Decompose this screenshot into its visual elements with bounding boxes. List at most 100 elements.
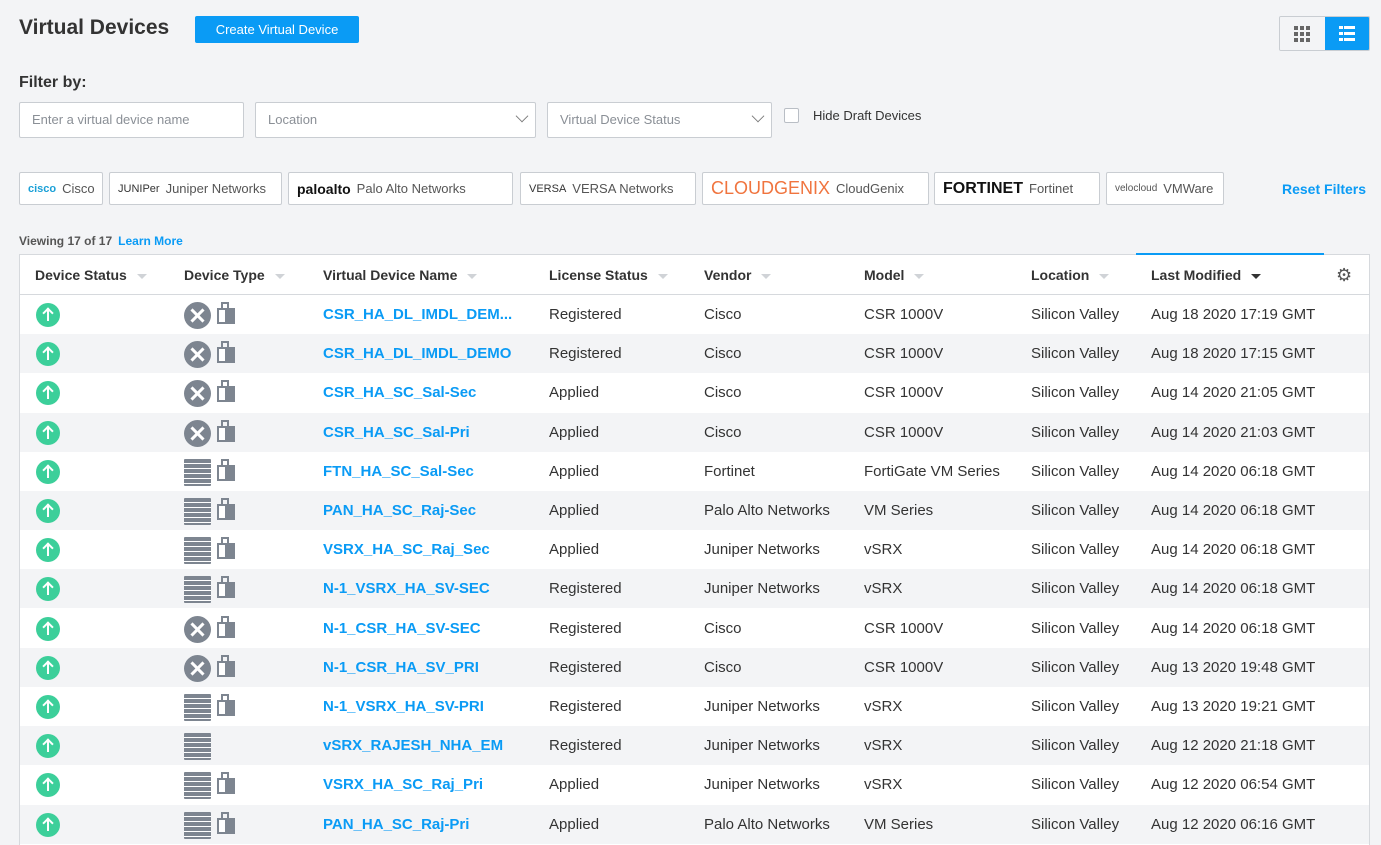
license-status: Applied — [549, 384, 600, 402]
last-modified: Aug 14 2020 21:03 GMT — [1151, 423, 1316, 441]
license-status: Applied — [549, 541, 600, 559]
table-row[interactable]: N-1_CSR_HA_SV_PRI Registered Cisco CSR 1… — [20, 647, 1369, 687]
versa-logo: VERSA — [529, 182, 567, 195]
table-row[interactable]: N-1_CSR_HA_SV-SEC Registered Cisco CSR 1… — [20, 609, 1369, 648]
viewing-count-text: Viewing 17 of 17 — [19, 234, 113, 248]
device-name-link[interactable]: PAN_HA_SC_Raj-Sec — [323, 491, 523, 530]
sort-icon — [657, 273, 668, 279]
hide-draft-checkbox[interactable] — [784, 108, 799, 123]
status-up-icon — [36, 812, 60, 837]
device-name-link[interactable]: N-1_VSRX_HA_SV-PRI — [323, 687, 523, 726]
table-row[interactable]: CSR_HA_DL_IMDL_DEMO Registered Cisco CSR… — [20, 334, 1369, 374]
model-name: CSR 1000V — [864, 423, 944, 441]
vendor-chip-versa[interactable]: VERSA VERSA Networks — [520, 172, 696, 205]
device-status-select[interactable]: Virtual Device Status — [547, 102, 772, 138]
location-name: Silicon Valley — [1031, 306, 1120, 323]
status-up-icon — [36, 655, 60, 680]
last-modified: Aug 14 2020 06:18 GMT — [1151, 619, 1316, 637]
view-toggle — [1279, 16, 1370, 51]
device-name-link[interactable]: CSR_HA_SC_Sal-Pri — [323, 413, 523, 452]
device-name-link[interactable]: N-1_CSR_HA_SV-SEC — [323, 609, 523, 648]
license-status: Registered — [549, 737, 622, 755]
device-name-link[interactable]: CSR_HA_DL_IMDL_DEMO — [323, 334, 523, 373]
status-up-icon — [36, 695, 60, 719]
license-status: Registered — [549, 619, 622, 637]
vendor-chip-cloudgenix[interactable]: CLOUDGENIX CloudGenix — [702, 172, 929, 205]
col-device-status[interactable]: Device Status — [35, 255, 147, 295]
device-name-link[interactable]: vSRX_RAJESH_NHA_EM — [323, 726, 523, 765]
last-modified: Aug 18 2020 17:15 GMT — [1151, 345, 1316, 363]
status-up-icon — [36, 773, 60, 798]
device-name-link[interactable]: CSR_HA_SC_Sal-Sec — [323, 373, 523, 412]
device-name-input[interactable]: Enter a virtual device name — [19, 102, 244, 138]
firewall-icon — [184, 537, 211, 565]
table-row[interactable]: PAN_HA_SC_Raj-Sec Applied Palo Alto Netw… — [20, 491, 1369, 530]
model-name: CSR 1000V — [864, 345, 944, 363]
gear-icon[interactable]: ⚙ — [1336, 265, 1352, 286]
license-icon — [217, 615, 237, 640]
device-name-link[interactable]: CSR_HA_DL_IMDL_DEM... — [323, 295, 523, 334]
col-license-status[interactable]: License Status — [549, 255, 668, 295]
device-name-link[interactable]: PAN_HA_SC_Raj-Pri — [323, 805, 523, 844]
learn-more-link[interactable]: Learn More — [118, 234, 183, 248]
table-row[interactable]: VSRX_HA_SC_Raj_Pri Applied Juniper Netwo… — [20, 765, 1369, 804]
cisco-logo: cisco — [28, 182, 57, 195]
sort-icon — [274, 273, 285, 279]
license-status: Applied — [549, 502, 600, 519]
license-icon — [217, 380, 237, 404]
table-header: Device Status Device Type Virtual Device… — [20, 255, 1369, 295]
model-name: CSR 1000V — [864, 384, 944, 402]
status-up-icon — [36, 381, 60, 406]
vendor-chip-fortinet[interactable]: FORTINET Fortinet — [934, 172, 1100, 205]
table-row[interactable]: FTN_HA_SC_Sal-Sec Applied Fortinet Forti… — [20, 452, 1369, 491]
hide-draft-toggle[interactable]: Hide Draft Devices — [784, 108, 921, 123]
col-label: Virtual Device Name — [323, 267, 458, 283]
col-label: Location — [1031, 267, 1090, 283]
list-view-button[interactable] — [1324, 17, 1369, 50]
router-icon — [184, 341, 211, 369]
license-icon — [217, 694, 237, 718]
device-name-link[interactable]: N-1_CSR_HA_SV_PRI — [323, 648, 523, 687]
device-name-link[interactable]: N-1_VSRX_HA_SV-SEC — [323, 569, 523, 608]
velocloud-logo: velocloud — [1115, 183, 1158, 194]
reset-filters-link[interactable]: Reset Filters — [1282, 181, 1366, 197]
device-name-link[interactable]: VSRX_HA_SC_Raj_Sec — [323, 530, 523, 569]
juniper-logo: JUNIPer — [118, 182, 160, 195]
license-status: Applied — [549, 776, 600, 794]
vendor-chip-vmware[interactable]: velocloud VMWare — [1106, 172, 1224, 205]
grid-view-button[interactable] — [1280, 17, 1325, 50]
device-name-link[interactable]: VSRX_HA_SC_Raj_Pri — [323, 765, 523, 804]
col-device-type[interactable]: Device Type — [184, 255, 285, 295]
device-status-select-label: Virtual Device Status — [560, 112, 681, 127]
table-row[interactable]: VSRX_HA_SC_Raj_Sec Applied Juniper Netwo… — [20, 530, 1369, 569]
vendor-chip-cisco[interactable]: cisco Cisco — [19, 172, 103, 205]
location-name: Silicon Valley — [1031, 580, 1120, 598]
col-location[interactable]: Location — [1031, 255, 1110, 295]
col-vendor[interactable]: Vendor — [704, 255, 772, 295]
col-last-modified[interactable]: Last Modified — [1151, 255, 1262, 295]
table-row[interactable]: CSR_HA_SC_Sal-Pri Applied Cisco CSR 1000… — [20, 412, 1369, 452]
vendor-chip-label: Fortinet — [1029, 181, 1074, 196]
status-up-icon — [36, 342, 60, 367]
table-row[interactable]: CSR_HA_DL_IMDL_DEM... Registered Cisco C… — [20, 295, 1369, 334]
create-virtual-device-button[interactable]: Create Virtual Device — [195, 16, 359, 43]
cloudgenix-logo: CLOUDGENIX — [711, 178, 831, 198]
col-model[interactable]: Model — [864, 255, 925, 295]
router-icon — [184, 380, 211, 408]
vendor-chip-paloalto[interactable]: paloalto Palo Alto Networks — [288, 172, 513, 205]
table-row[interactable]: N-1_VSRX_HA_SV-SEC Registered Juniper Ne… — [20, 569, 1369, 609]
model-name: vSRX — [864, 580, 903, 598]
vendor-chip-juniper[interactable]: JUNIPer Juniper Networks — [109, 172, 282, 205]
table-row[interactable]: N-1_VSRX_HA_SV-PRI Registered Juniper Ne… — [20, 687, 1369, 726]
table-row[interactable]: CSR_HA_SC_Sal-Sec Applied Cisco CSR 1000… — [20, 373, 1369, 412]
location-name: Silicon Valley — [1031, 815, 1120, 833]
col-device-name[interactable]: Virtual Device Name — [323, 255, 478, 295]
device-name-link[interactable]: FTN_HA_SC_Sal-Sec — [323, 452, 523, 491]
table-row[interactable]: vSRX_RAJESH_NHA_EM Registered Juniper Ne… — [20, 726, 1369, 766]
last-modified: Aug 12 2020 21:18 GMT — [1151, 737, 1316, 755]
license-status: Registered — [549, 345, 622, 363]
table-row[interactable]: PAN_HA_SC_Raj-Pri Applied Palo Alto Netw… — [20, 804, 1369, 844]
location-select[interactable]: Location — [255, 102, 536, 138]
model-name: vSRX — [864, 776, 903, 794]
chevron-down-icon — [515, 109, 529, 123]
